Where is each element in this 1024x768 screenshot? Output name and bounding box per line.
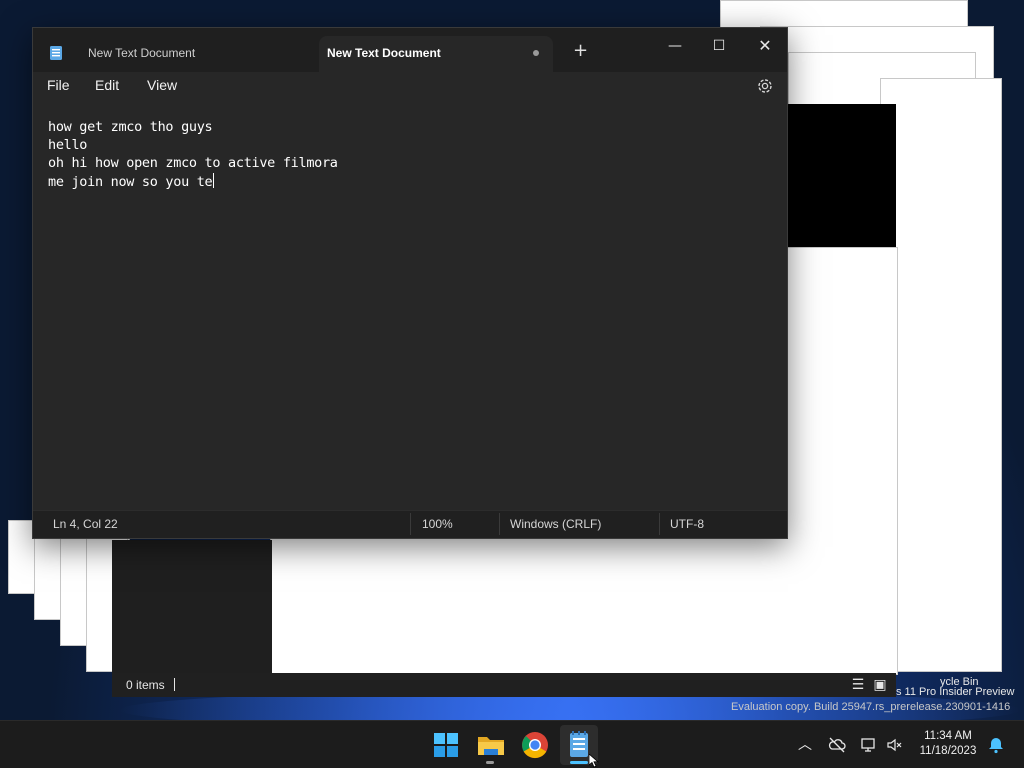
start-icon[interactable] — [430, 729, 462, 761]
settings-gear-icon[interactable] — [755, 76, 775, 96]
notepad-tab-icon — [50, 46, 62, 60]
chrome-icon[interactable] — [519, 729, 551, 761]
notepad-status-bar: Ln 4, Col 22 100% Windows (CRLF) UTF-8 — [33, 510, 787, 538]
tab-label: New Text Document — [327, 46, 441, 60]
notepad-window: New Text Document New Text Document + — … — [32, 27, 788, 539]
clock-time: 11:34 AM — [924, 730, 972, 742]
text-line-current: me join now so you te — [48, 173, 215, 190]
tab-label: New Text Document — [88, 46, 196, 60]
status-divider — [659, 513, 660, 535]
notification-bell-icon[interactable] — [987, 736, 1005, 754]
volume-muted-icon[interactable] — [886, 736, 904, 754]
taskbar: ︿ 11:34 AM 11/18/2023 — [0, 720, 1024, 768]
text-line: hello — [48, 137, 88, 153]
clock-date: 11/18/2023 — [919, 745, 977, 757]
explorer-status-bar: 0 items ☰ ▣ — [112, 673, 896, 697]
taskbar-clock[interactable]: 11:34 AM 11/18/2023 — [912, 729, 984, 759]
mouse-cursor-icon — [589, 754, 600, 768]
zoom-level: 100% — [422, 517, 453, 531]
text-line: oh hi how open zmco to active filmora — [48, 155, 338, 171]
status-divider — [499, 513, 500, 535]
text-line: how get zmco tho guys — [48, 119, 213, 135]
text-editor[interactable]: how get zmco tho guys hello oh hi how op… — [33, 110, 787, 500]
dark-window-fragment — [788, 104, 896, 247]
network-icon[interactable] — [860, 736, 878, 754]
minimize-button[interactable]: — — [653, 32, 697, 60]
explorer-running-indicator — [486, 761, 494, 764]
explorer-item-count: 0 items — [126, 678, 165, 692]
menu-view[interactable]: View — [147, 77, 177, 93]
file-explorer-icon[interactable] — [475, 729, 507, 761]
encoding: UTF-8 — [670, 517, 704, 531]
watermark-build: Evaluation copy. Build 25947.rs_prerelea… — [731, 701, 1011, 713]
status-divider — [410, 513, 411, 535]
explorer-separator — [174, 678, 175, 691]
tab-inactive[interactable]: New Text Document — [33, 36, 319, 72]
text-caret — [213, 173, 215, 188]
cursor-position: Ln 4, Col 22 — [53, 517, 118, 531]
line-ending: Windows (CRLF) — [510, 517, 602, 531]
text-line-content: me join now so you te — [48, 174, 213, 190]
unsaved-dot-icon[interactable] — [533, 50, 539, 56]
notepad-titlebar[interactable]: New Text Document New Text Document + — … — [33, 28, 787, 72]
notepad-active-indicator — [570, 761, 588, 764]
details-view-icon[interactable]: ☰ — [850, 676, 866, 692]
window-ghost — [880, 78, 1002, 672]
menu-file[interactable]: File — [47, 77, 70, 93]
onedrive-icon[interactable] — [828, 736, 846, 754]
window-ghost — [720, 0, 968, 28]
menu-edit[interactable]: Edit — [95, 77, 119, 93]
explorer-nav-pane — [112, 540, 272, 675]
new-tab-button[interactable]: + — [573, 42, 588, 60]
tiles-view-icon[interactable]: ▣ — [872, 676, 888, 692]
close-button[interactable]: ✕ — [743, 32, 787, 60]
menu-bar: File Edit View — [33, 72, 787, 102]
maximize-button[interactable]: ☐ — [697, 32, 741, 60]
chevron-up-icon[interactable]: ︿ — [796, 736, 814, 754]
watermark-edition: s 11 Pro Insider Preview — [896, 686, 1015, 698]
tab-active[interactable]: New Text Document — [319, 36, 553, 72]
